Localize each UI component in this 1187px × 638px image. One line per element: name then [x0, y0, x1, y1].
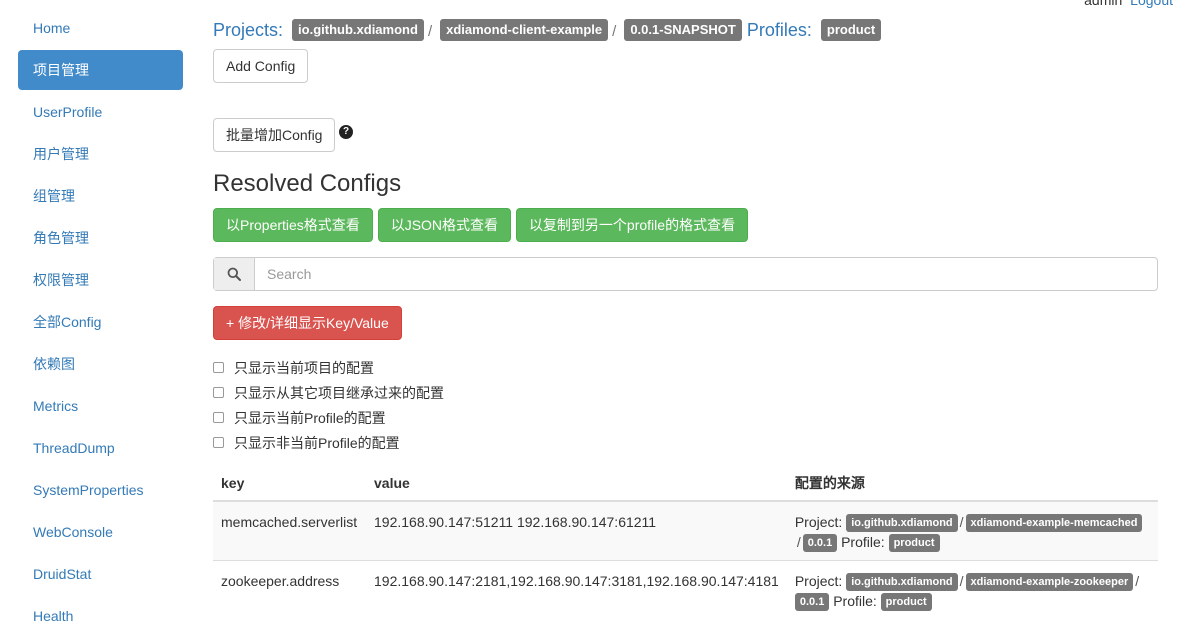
view-copy-format-button[interactable]: 以复制到另一个profile的格式查看	[515, 208, 749, 242]
profiles-link[interactable]: Profiles:	[747, 20, 812, 40]
config-key: memcached.serverlist	[213, 500, 366, 561]
sidebar-item-home[interactable]: Home	[18, 8, 183, 48]
config-value: 192.168.90.147:2181,192.168.90.147:3181,…	[366, 560, 787, 619]
config-source: Project: io.github.xdiamond / xdiamond-exa…	[786, 560, 1158, 619]
sidebar-item-projects[interactable]: 项目管理	[18, 50, 183, 90]
sidebar-item-permissions[interactable]: 权限管理	[18, 260, 183, 300]
checkbox[interactable]	[213, 362, 224, 373]
sidebar-item-dependency-graph[interactable]: 依赖图	[18, 344, 183, 384]
filter-label: 只显示当前项目的配置	[234, 359, 374, 376]
edit-detail-toggle-button[interactable]: + 修改/详细显示Key/Value	[213, 306, 402, 340]
search-box	[213, 257, 1158, 291]
source-profile-badge[interactable]: product	[888, 534, 940, 552]
sidebar-item-roles[interactable]: 角色管理	[18, 218, 183, 258]
logout-link[interactable]: Logout	[1130, 0, 1173, 8]
add-config-button[interactable]: Add Config	[213, 49, 309, 83]
batch-add-config-button[interactable]: 批量增加Config	[213, 118, 336, 152]
breadcrumb-separator: /	[427, 23, 433, 40]
config-key: zookeeper.address	[213, 560, 366, 619]
filter-inherited[interactable]: 只显示从其它项目继承过来的配置	[213, 380, 444, 405]
user-bar: admin Logout	[1084, 0, 1173, 8]
profile-label: Profile:	[833, 593, 877, 609]
sidebar-nav: Home 项目管理 UserProfile 用户管理 组管理 角色管理 权限管理…	[18, 8, 183, 638]
source-profile-badge[interactable]: product	[880, 593, 932, 611]
sidebar-item-health[interactable]: Health	[18, 596, 183, 636]
filter-label: 只显示当前Profile的配置	[234, 409, 386, 426]
config-value: 192.168.90.147:51211 192.168.90.147:6121…	[366, 500, 787, 561]
filter-label: 只显示从其它项目继承过来的配置	[234, 384, 444, 401]
filter-current-profile[interactable]: 只显示当前Profile的配置	[213, 405, 444, 430]
sidebar-item-systemproperties[interactable]: SystemProperties	[18, 470, 183, 510]
column-header-value: value	[366, 466, 787, 502]
profile-badge[interactable]: product	[820, 19, 882, 41]
sidebar-item-webconsole[interactable]: WebConsole	[18, 512, 183, 552]
projects-link[interactable]: Projects:	[213, 20, 283, 40]
source-artifact-badge[interactable]: xdiamond-example-memcached	[965, 514, 1143, 532]
table-row: memcached.serverlist 192.168.90.147:5121…	[213, 500, 1158, 561]
sidebar-item-metrics[interactable]: Metrics	[18, 386, 183, 426]
checkbox[interactable]	[213, 412, 224, 423]
checkbox[interactable]	[213, 387, 224, 398]
column-header-key: key	[213, 466, 366, 502]
source-group-badge[interactable]: io.github.xdiamond	[846, 514, 958, 532]
sidebar-item-druidstat[interactable]: DruidStat	[18, 554, 183, 594]
source-separator: /	[1135, 573, 1140, 589]
project-artifact-badge[interactable]: xdiamond-client-example	[440, 19, 609, 41]
source-separator: /	[959, 514, 964, 530]
search-input[interactable]	[255, 258, 1157, 290]
filter-non-current-profile[interactable]: 只显示非当前Profile的配置	[213, 430, 444, 455]
source-separator: /	[959, 573, 964, 589]
table-row: zookeeper.address 192.168.90.147:2181,19…	[213, 560, 1158, 619]
view-format-buttons: 以Properties格式查看 以JSON格式查看 以复制到另一个profile…	[213, 208, 749, 242]
username: admin	[1084, 0, 1123, 8]
breadcrumb: Projects: io.github.xdiamond / xdiamond-cl…	[213, 17, 882, 45]
view-json-button[interactable]: 以JSON格式查看	[377, 208, 512, 242]
sidebar-item-userprofile[interactable]: UserProfile	[18, 92, 183, 132]
sidebar-item-users[interactable]: 用户管理	[18, 134, 183, 174]
config-table: key value 配置的来源 memcached.serverlist 192…	[213, 466, 1158, 619]
sidebar-item-groups[interactable]: 组管理	[18, 176, 183, 216]
source-separator: /	[796, 534, 801, 550]
filter-options: 只显示当前项目的配置 只显示从其它项目继承过来的配置 只显示当前Profile的…	[213, 355, 444, 455]
search-icon	[214, 258, 255, 290]
project-label: Project:	[794, 573, 843, 589]
config-source: Project: io.github.xdiamond / xdiamond-exa…	[786, 500, 1158, 561]
source-version-badge[interactable]: 0.0.1	[802, 534, 838, 552]
profile-label: Profile:	[841, 534, 885, 550]
project-group-badge[interactable]: io.github.xdiamond	[292, 19, 424, 41]
source-artifact-badge[interactable]: xdiamond-example-zookeeper	[965, 573, 1134, 591]
column-header-source: 配置的来源	[786, 466, 1158, 502]
source-group-badge[interactable]: io.github.xdiamond	[846, 573, 958, 591]
view-properties-button[interactable]: 以Properties格式查看	[213, 208, 373, 242]
section-title: Resolved Configs	[213, 170, 402, 197]
source-version-badge[interactable]: 0.0.1	[794, 593, 830, 611]
sidebar-item-all-config[interactable]: 全部Config	[18, 302, 183, 342]
project-label: Project:	[794, 514, 843, 530]
breadcrumb-separator: /	[612, 23, 617, 40]
question-circle-icon[interactable]: ?	[339, 125, 353, 139]
filter-current-project[interactable]: 只显示当前项目的配置	[213, 355, 444, 380]
checkbox[interactable]	[213, 437, 224, 448]
project-version-badge[interactable]: 0.0.1-SNAPSHOT	[624, 19, 742, 41]
sidebar-item-threaddump[interactable]: ThreadDump	[18, 428, 183, 468]
filter-label: 只显示非当前Profile的配置	[234, 434, 400, 451]
